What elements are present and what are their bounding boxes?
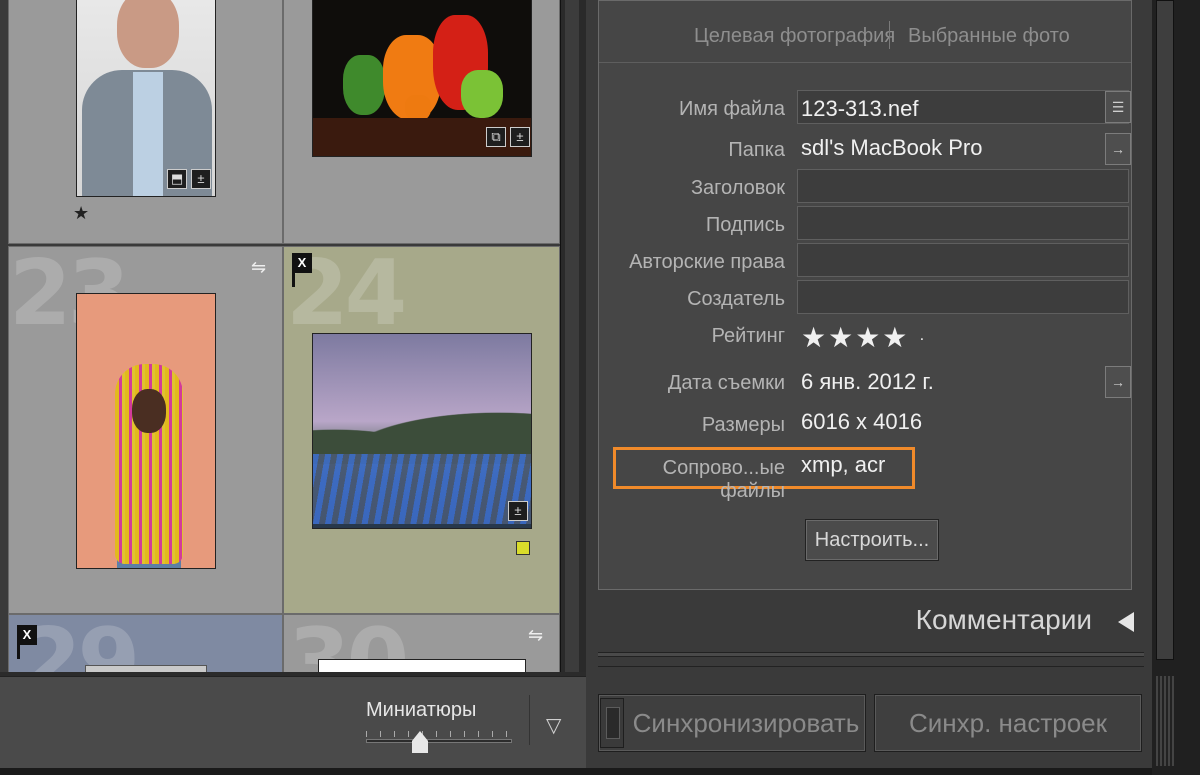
sidecar-value: xmp, acr: [801, 452, 886, 477]
capture-date-value: 6 янв. 2012 г.: [801, 369, 934, 394]
grid-cell[interactable]: ⬒ ± ★: [8, 0, 283, 244]
creator-label: Создатель: [687, 288, 785, 310]
list-icon[interactable]: ☰: [1105, 91, 1131, 123]
capture-date-label: Дата съемки: [667, 372, 785, 394]
thumbnail-image[interactable]: [76, 293, 216, 569]
folder-label: Папка: [728, 139, 785, 161]
copyright-label: Авторские права: [629, 251, 785, 273]
filename-label: Имя файла: [678, 98, 785, 120]
thumbnail-image[interactable]: [318, 659, 526, 672]
empty-star-dot[interactable]: ·: [919, 331, 926, 348]
caption-label: Подпись: [705, 214, 785, 236]
thumbnail-size-slider[interactable]: [366, 739, 512, 743]
toolbar-menu-chevron-down-icon[interactable]: ▽: [546, 713, 561, 738]
creator-field[interactable]: [797, 280, 1129, 314]
thumbnail-grid: ⬒ ± ★ ⧉ ± 23 ⇋ 24 X ± 29 X 30 ⇋: [0, 0, 560, 672]
sync-button[interactable]: Синхронизировать: [598, 694, 866, 752]
thumbnail-image[interactable]: [85, 665, 207, 672]
title-label: Заголовок: [690, 177, 785, 199]
customize-button[interactable]: Настроить...: [805, 519, 939, 561]
rating-star: ★: [73, 203, 90, 223]
edit-badge-icon[interactable]: ⬒: [167, 169, 187, 189]
tab-selected-photos[interactable]: Выбранные фото: [908, 25, 1070, 48]
grid-toolbar: Миниатюры ▽: [0, 676, 586, 770]
exposure-badge-icon[interactable]: ±: [510, 127, 530, 147]
collapse-triangle-icon[interactable]: [1118, 612, 1134, 632]
dimensions-value: 6016 x 4016: [801, 409, 923, 434]
tab-target-photo[interactable]: Целевая фотография: [694, 25, 895, 48]
grid-cell[interactable]: 29 X: [8, 614, 283, 672]
grid-scrollbar[interactable]: [560, 0, 586, 672]
title-field[interactable]: [797, 169, 1129, 203]
panel-scrollbar[interactable]: [1152, 0, 1200, 775]
date-arrow-icon[interactable]: →: [1105, 366, 1131, 398]
panel-resize-grip[interactable]: [1156, 676, 1174, 766]
color-label-yellow[interactable]: [516, 541, 530, 555]
slider-ticks: [366, 731, 512, 737]
virtual-copy-arrow-icon[interactable]: ⇋: [528, 625, 543, 646]
folder-value: sdl's MacBook Pro: [801, 135, 983, 160]
star-icon[interactable]: ★★★★: [801, 322, 909, 353]
virtual-copy-arrow-icon[interactable]: ⇋: [251, 257, 266, 278]
crop-badge-icon[interactable]: ⧉: [486, 127, 506, 147]
grid-cell[interactable]: 30 ⇋: [283, 614, 560, 672]
filename-value[interactable]: 123-313.nef: [801, 96, 918, 122]
exposure-badge-icon[interactable]: ±: [191, 169, 211, 189]
sidecar-label: Сопрово...ые файлы: [662, 457, 785, 502]
grid-cell[interactable]: 23 ⇋: [8, 246, 283, 614]
caption-field[interactable]: [797, 206, 1129, 240]
copyright-field[interactable]: [797, 243, 1129, 277]
grid-cell[interactable]: ⧉ ±: [283, 0, 560, 244]
grid-cell-selected[interactable]: 24 X ±: [283, 246, 560, 614]
sync-bar: Синхронизировать Синхр. настроек: [586, 686, 1152, 756]
thumbnail-image[interactable]: [312, 333, 532, 529]
thumbnail-image[interactable]: [76, 0, 216, 197]
metadata-box: Целевая фотография Выбранные фото Имя фа…: [598, 0, 1132, 590]
auto-sync-toggle[interactable]: [600, 698, 624, 748]
go-to-folder-arrow-icon[interactable]: →: [1105, 133, 1131, 165]
reject-flag-icon[interactable]: X: [17, 625, 37, 659]
thumbnails-label: Миниатюры: [366, 699, 477, 721]
reject-flag-icon[interactable]: X: [292, 253, 312, 287]
metadata-panel: Целевая фотография Выбранные фото Имя фа…: [586, 0, 1152, 775]
exposure-badge-icon[interactable]: ±: [508, 501, 528, 521]
dimensions-label: Размеры: [701, 414, 785, 436]
rating-stars[interactable]: ★★★★ ·: [801, 321, 927, 354]
comments-header[interactable]: Комментарии: [586, 604, 1132, 636]
scrollbar-thumb[interactable]: [1156, 0, 1174, 660]
rating-label: Рейтинг: [711, 325, 785, 347]
sync-settings-button[interactable]: Синхр. настроек: [874, 694, 1142, 752]
metadata-tabs: Целевая фотография Выбранные фото: [599, 1, 1131, 63]
